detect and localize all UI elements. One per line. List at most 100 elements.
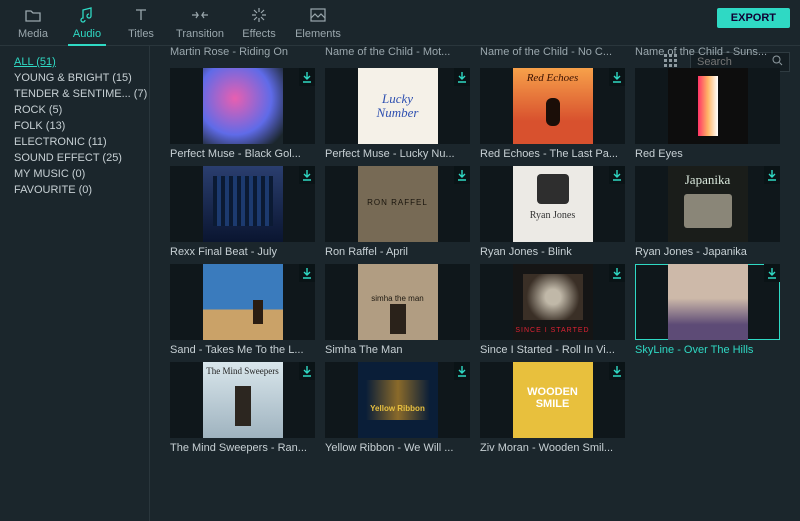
download-icon[interactable]: [609, 166, 625, 184]
media-item[interactable]: SkyLine - Over The Hills: [635, 264, 780, 356]
download-icon[interactable]: [454, 166, 470, 184]
category-item[interactable]: ALL (51): [14, 54, 149, 70]
download-icon[interactable]: [454, 68, 470, 86]
tab-label: Titles: [114, 28, 168, 40]
download-icon[interactable]: [609, 362, 625, 380]
media-item[interactable]: Perfect Muse - Black Gol...: [170, 68, 315, 160]
download-icon[interactable]: [609, 264, 625, 282]
media-item-label: Martin Rose - Riding On: [170, 46, 315, 58]
tab-audio[interactable]: Audio: [60, 0, 114, 46]
tab-media[interactable]: Media: [6, 0, 60, 40]
album-art: LuckyNumber: [358, 68, 438, 144]
download-icon[interactable]: [299, 362, 315, 380]
album-art: [513, 68, 593, 144]
media-item-label: Ryan Jones - Blink: [480, 246, 625, 258]
album-art: [203, 166, 283, 242]
tab-label: Transition: [168, 28, 232, 40]
media-item-label: The Mind Sweepers - Ran...: [170, 442, 315, 454]
media-thumbnail[interactable]: [480, 362, 625, 438]
media-thumbnail[interactable]: [480, 68, 625, 144]
media-item[interactable]: Sand - Takes Me To the L...: [170, 264, 315, 356]
media-item[interactable]: Since I Started - Roll In Vi...: [480, 264, 625, 356]
media-item[interactable]: The Mind Sweepers - Ran...: [170, 362, 315, 454]
media-item[interactable]: Red Eyes: [635, 68, 780, 160]
tab-label: Elements: [286, 28, 350, 40]
category-item[interactable]: TENDER & SENTIME... (7): [14, 86, 149, 102]
media-item-label: Perfect Muse - Black Gol...: [170, 148, 315, 160]
media-item-label: Red Echoes - The Last Pa...: [480, 148, 625, 160]
media-item-label: Ryan Jones - Japanika: [635, 246, 780, 258]
download-icon[interactable]: [454, 362, 470, 380]
media-item[interactable]: Red Echoes - The Last Pa...: [480, 68, 625, 160]
media-thumbnail[interactable]: [635, 166, 780, 242]
download-icon[interactable]: [299, 68, 315, 86]
download-icon[interactable]: [299, 166, 315, 184]
media-thumbnail[interactable]: [170, 166, 315, 242]
media-item-label: Simha The Man: [325, 344, 470, 356]
album-art: [358, 166, 438, 242]
category-item[interactable]: YOUNG & BRIGHT (15): [14, 70, 149, 86]
media-thumbnail[interactable]: [170, 362, 315, 438]
download-icon[interactable]: [299, 264, 315, 282]
album-art: [358, 362, 438, 438]
media-item-label: Name of the Child - No C...: [480, 46, 625, 58]
media-thumbnail[interactable]: LuckyNumber: [325, 68, 470, 144]
media-grid: Perfect Muse - Black Gol... LuckyNumberPe…: [170, 68, 786, 454]
album-art: [203, 362, 283, 438]
tab-titles[interactable]: Titles: [114, 0, 168, 40]
tab-label: Audio: [60, 28, 114, 40]
tab-transition[interactable]: Transition: [168, 0, 232, 40]
media-item[interactable]: Ryan Jones - Blink: [480, 166, 625, 258]
category-sidebar: ALL (51)YOUNG & BRIGHT (15)TENDER & SENT…: [0, 46, 150, 521]
media-thumbnail[interactable]: [635, 264, 780, 340]
top-tab-bar: Media Audio Titles Transition Effects El…: [0, 0, 800, 46]
media-item[interactable]: Yellow Ribbon - We Will ...: [325, 362, 470, 454]
media-thumbnail[interactable]: [480, 166, 625, 242]
music-note-icon: [60, 6, 114, 24]
media-item[interactable]: Simha The Man: [325, 264, 470, 356]
category-item[interactable]: FAVOURITE (0): [14, 182, 149, 198]
media-item[interactable]: Ryan Jones - Japanika: [635, 166, 780, 258]
transition-icon: [168, 6, 232, 24]
media-item-label: Yellow Ribbon - We Will ...: [325, 442, 470, 454]
media-thumbnail[interactable]: [635, 68, 780, 144]
album-art: [203, 68, 283, 144]
category-item[interactable]: ROCK (5): [14, 102, 149, 118]
media-item-label: Red Eyes: [635, 148, 780, 160]
download-icon[interactable]: [764, 264, 780, 282]
category-item[interactable]: FOLK (13): [14, 118, 149, 134]
category-item[interactable]: MY MUSIC (0): [14, 166, 149, 182]
media-thumbnail[interactable]: [325, 166, 470, 242]
media-thumbnail[interactable]: [480, 264, 625, 340]
media-item-label: SkyLine - Over The Hills: [635, 344, 780, 356]
sparkle-icon: [232, 6, 286, 24]
download-icon[interactable]: [764, 166, 780, 184]
album-art: [358, 264, 438, 340]
album-art: [513, 166, 593, 242]
media-panel: Martin Rose - Riding On Name of the Child…: [150, 46, 800, 521]
category-item[interactable]: SOUND EFFECT (25): [14, 150, 149, 166]
media-item[interactable]: Ziv Moran - Wooden Smil...: [480, 362, 625, 454]
tab-label: Effects: [232, 28, 286, 40]
album-art: [203, 264, 283, 340]
album-art: [513, 264, 593, 340]
media-item-label: Ron Raffel - April: [325, 246, 470, 258]
download-icon[interactable]: [609, 68, 625, 86]
media-item[interactable]: Ron Raffel - April: [325, 166, 470, 258]
media-thumbnail[interactable]: [325, 264, 470, 340]
export-button[interactable]: EXPORT: [717, 8, 790, 28]
media-thumbnail[interactable]: [325, 362, 470, 438]
album-art: [668, 68, 748, 144]
media-thumbnail[interactable]: [170, 68, 315, 144]
media-thumbnail[interactable]: [170, 264, 315, 340]
tab-label: Media: [6, 28, 60, 40]
category-item[interactable]: ELECTRONIC (11): [14, 134, 149, 150]
album-art: [513, 362, 593, 438]
media-item[interactable]: LuckyNumberPerfect Muse - Lucky Nu...: [325, 68, 470, 160]
tab-effects[interactable]: Effects: [232, 0, 286, 40]
album-art: [668, 166, 748, 242]
tab-elements[interactable]: Elements: [286, 0, 350, 40]
media-item-label: Ziv Moran - Wooden Smil...: [480, 442, 625, 454]
media-item[interactable]: Rexx Final Beat - July: [170, 166, 315, 258]
partial-visible-row: Martin Rose - Riding On Name of the Child…: [170, 46, 786, 58]
